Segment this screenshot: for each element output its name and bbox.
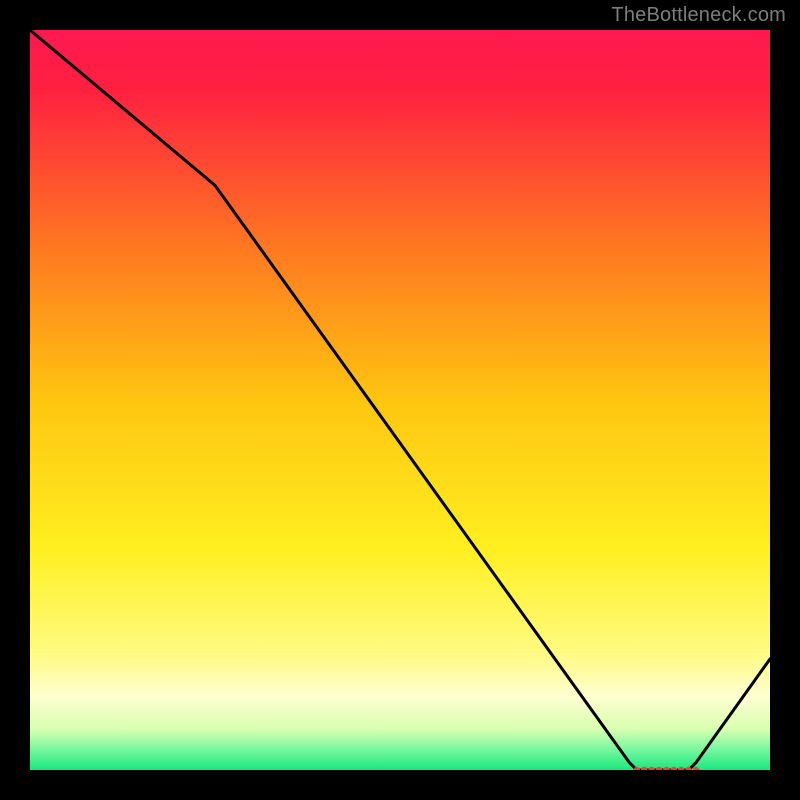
attribution-text: TheBottleneck.com — [611, 4, 786, 27]
bottom-marker-group — [634, 767, 700, 770]
gradient-background — [30, 30, 770, 770]
chart-frame: TheBottleneck.com — [0, 0, 800, 800]
chart-svg — [30, 30, 770, 770]
plot-area — [30, 30, 770, 770]
